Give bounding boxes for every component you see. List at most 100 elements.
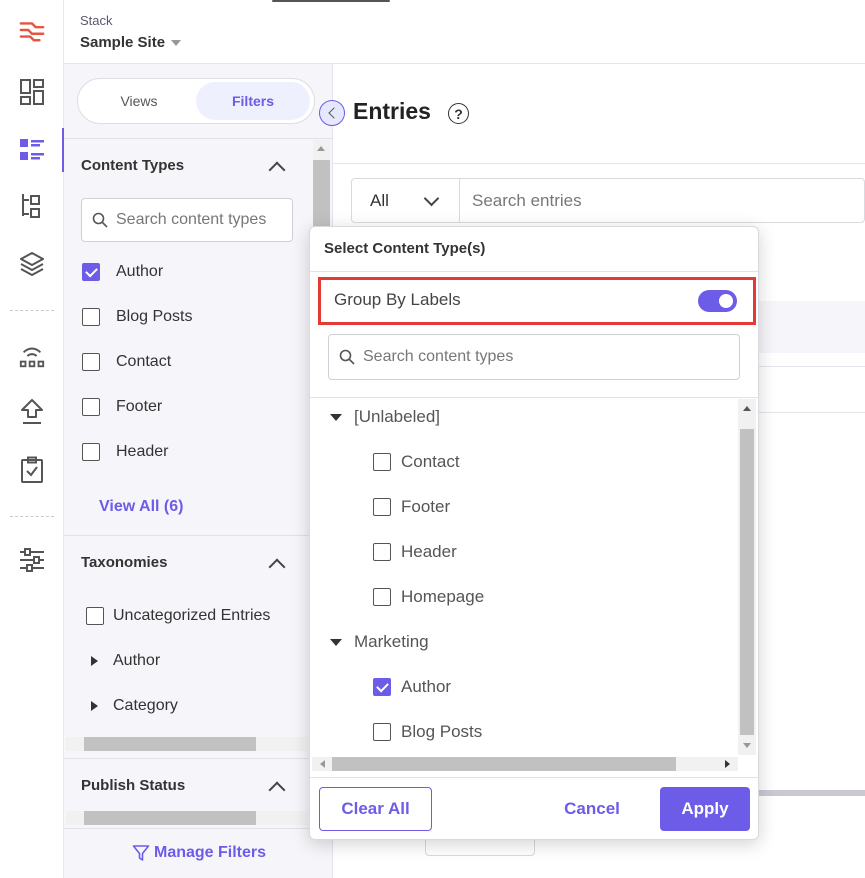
collapse-content-types-icon[interactable] [268,161,286,179]
dropdown-vertical-scrollbar[interactable] [738,399,756,755]
divider [753,366,865,367]
dropdown-option-author[interactable]: Author [373,677,451,697]
taxonomy-category[interactable]: Category [91,697,178,715]
checkbox[interactable] [373,588,391,606]
entries-icon[interactable] [18,136,46,164]
divider [64,138,333,139]
checkbox[interactable] [373,678,391,696]
dropdown-option-homepage[interactable]: Homepage [373,587,484,607]
collapse-panel-button[interactable] [319,100,345,126]
scroll-thumb[interactable] [84,737,256,751]
search-placeholder: Search content types [116,211,267,228]
clear-all-button[interactable]: Clear All [319,787,432,831]
group-unlabeled[interactable]: [Unlabeled] [330,407,440,427]
dashboard-icon[interactable] [18,78,46,106]
group-by-labels-toggle[interactable] [698,290,737,312]
scroll-thumb[interactable] [740,429,754,735]
filter-option-blog-posts[interactable]: Blog Posts [82,308,192,326]
manage-filters-label: Manage Filters [154,844,267,861]
filter-option-footer[interactable]: Footer [82,398,162,416]
collapse-taxonomies-icon[interactable] [268,558,286,576]
view-all-link[interactable]: View All (6) [99,498,183,516]
stack-selector[interactable]: Sample Site [80,34,182,51]
dropdown-option-contact[interactable]: Contact [373,452,460,472]
apply-button[interactable]: Apply [660,787,750,831]
search-icon [92,212,108,228]
expand-icon[interactable] [91,656,98,666]
checkbox[interactable] [82,308,100,326]
dropdown-option-blog-posts[interactable]: Blog Posts [373,722,482,742]
divider [753,412,865,413]
option-label: Uncategorized Entries [113,607,271,624]
workflows-icon[interactable] [18,456,46,484]
horizontal-scrollbar[interactable] [66,737,308,751]
group-name: [Unlabeled] [354,407,441,426]
stack-label: Stack [80,13,113,28]
search-scope-label: All [370,190,389,210]
help-icon[interactable]: ? [448,103,469,124]
scroll-down-icon[interactable] [743,743,751,748]
header-handle [272,0,390,2]
dropdown-search[interactable]: Search content types [328,334,740,380]
checkbox[interactable] [82,443,100,461]
dropdown-horizontal-scrollbar[interactable] [312,757,738,771]
views-tab[interactable]: Views [82,82,196,120]
checkbox[interactable] [373,498,391,516]
checkbox[interactable] [373,723,391,741]
collapse-group-icon[interactable] [330,638,342,646]
checkbox[interactable] [82,353,100,371]
checkbox[interactable] [373,543,391,561]
taxonomy-uncategorized[interactable]: Uncategorized Entries [86,607,270,625]
search-scope-dropdown[interactable]: All [352,179,460,222]
horizontal-scrollbar[interactable] [66,811,308,825]
filter-option-header[interactable]: Header [82,443,168,461]
assets-icon[interactable] [18,250,46,278]
caret-down-icon [171,39,182,46]
filter-option-author[interactable]: Author [82,263,163,281]
dropdown-option-header[interactable]: Header [373,542,457,562]
option-label: Contact [401,452,460,471]
checkbox[interactable] [82,263,100,281]
option-label: Author [116,263,164,280]
dropdown-option-footer[interactable]: Footer [373,497,450,517]
divider [64,758,333,759]
scroll-up-icon[interactable] [743,406,751,411]
dropdown-title: Select Content Type(s) [324,240,486,257]
page-title: Entries [353,98,431,124]
taxonomy-author[interactable]: Author [91,652,160,670]
content-models-icon[interactable] [18,192,46,220]
manage-filters-link[interactable]: Manage Filters [132,844,266,862]
scroll-left-icon[interactable] [320,760,325,768]
group-name: Marketing [354,632,429,651]
option-label: Blog Posts [116,308,193,325]
taxonomies-title: Taxonomies [81,554,168,571]
filters-tab[interactable]: Filters [196,82,310,120]
cancel-button[interactable]: Cancel [550,787,634,831]
scroll-thumb[interactable] [332,757,676,771]
filter-panel: Views Filters Content Types Search conte… [64,64,333,878]
option-label: Contact [116,353,172,370]
left-nav-rail [0,0,64,878]
scroll-right-icon[interactable] [725,760,730,768]
scroll-thumb[interactable] [84,811,256,825]
collapse-group-icon[interactable] [330,413,342,421]
divider [310,397,758,398]
checkbox[interactable] [82,398,100,416]
expand-icon[interactable] [91,701,98,711]
collapse-publish-status-icon[interactable] [268,781,286,799]
scroll-up-icon[interactable] [317,146,325,151]
group-by-labels-label: Group By Labels [334,290,461,309]
table-scroll-track[interactable] [753,790,865,796]
entries-search-input[interactable]: Search entries [460,191,582,211]
checkbox[interactable] [86,607,104,625]
publish-queue-icon[interactable] [18,398,46,426]
content-types-search[interactable]: Search content types [81,198,293,242]
toggle-knob [719,294,733,308]
checkbox[interactable] [373,453,391,471]
group-marketing[interactable]: Marketing [330,632,429,652]
filter-icon [132,845,150,861]
filter-option-contact[interactable]: Contact [82,353,171,371]
releases-icon[interactable] [18,342,46,370]
settings-icon[interactable] [18,546,46,574]
contentstack-logo-icon[interactable] [18,16,46,44]
